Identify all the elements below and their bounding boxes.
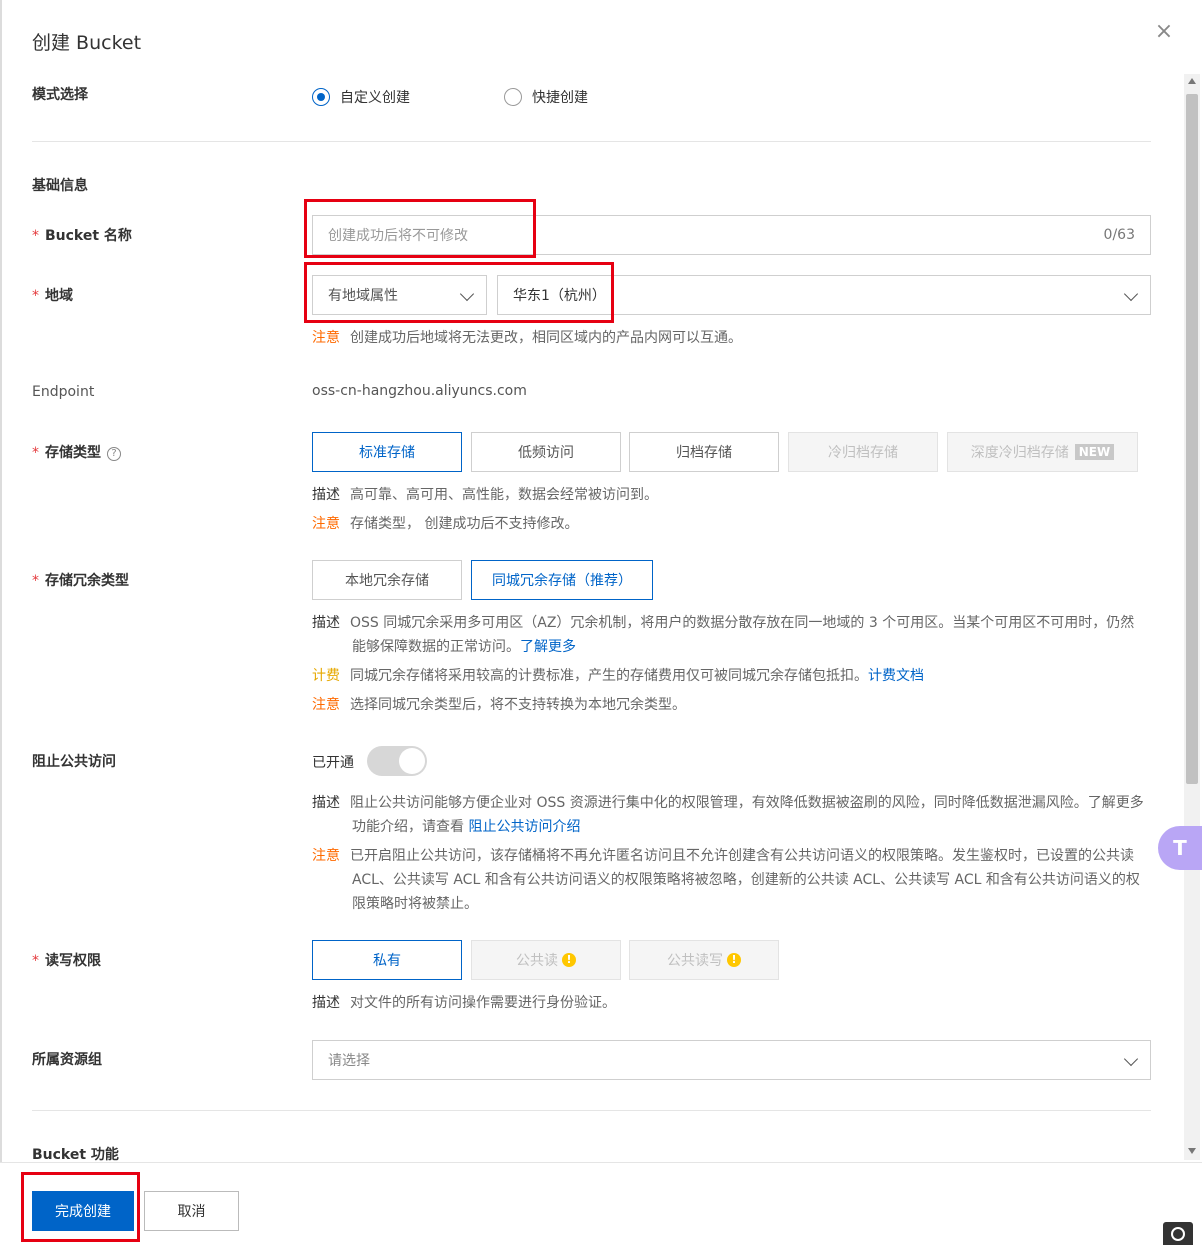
block-public-intro-link[interactable]: 阻止公共访问介绍 [468,819,580,835]
radio-custom-create[interactable]: 自定义创建 [312,87,410,107]
highlight-box-region [304,262,614,323]
bucket-name-label: * Bucket 名称 [32,228,132,244]
resource-group-select[interactable]: 请选择 [312,1040,1151,1080]
feedback-icon[interactable] [1163,1222,1193,1245]
bucket-name-counter: 0/63 [1103,227,1135,243]
section-title-bucket-features: Bucket 功能 [32,1147,119,1163]
highlight-box-confirm [21,1172,140,1242]
acl-desc: 描述 对文件的所有访问操作需要进行身份验证。 [312,995,616,1011]
close-icon[interactable]: × [1152,20,1176,44]
billing-doc-link[interactable]: 计费文档 [868,668,924,684]
scrollbar-thumb[interactable] [1186,94,1198,784]
cancel-button[interactable]: 取消 [144,1191,239,1231]
acl-public-read-label: 公共读 [516,953,558,969]
section-title-basic: 基础信息 [32,178,88,194]
resource-group-placeholder: 请选择 [328,1053,370,1069]
acl-public-read-write-option: 公共读写 ! [629,940,779,980]
scroll-down-icon[interactable] [1188,1148,1196,1154]
storage-ia-option[interactable]: 低频访问 [471,432,621,472]
redundancy-lrs-option[interactable]: 本地冗余存储 [312,560,462,600]
resource-group-label: 所属资源组 [32,1052,102,1068]
highlight-box-bucket-name [304,199,536,258]
assistant-float-icon[interactable]: T [1158,826,1202,870]
block-public-label: 阻止公共访问 [32,754,116,770]
block-public-toggle[interactable] [367,746,427,776]
redundancy-desc: 描述 OSS 同城冗余采用多可用区（AZ）冗余机制，将用户的数据分散存放在同一地域… [312,615,1135,655]
scroll-up-icon[interactable] [1188,78,1196,84]
storage-deep-cold-label: 深度冷归档存储 [970,445,1069,461]
storage-standard-option[interactable]: 标准存储 [312,432,462,472]
warning-icon: ! [727,953,741,967]
storage-class-label: * 存储类型? [32,442,121,462]
block-public-desc: 描述 阻止公共访问能够方便企业对 OSS 资源进行集中化的权限管理，有效降低数据被… [312,795,1144,835]
new-badge: NEW [1074,444,1115,460]
dialog-left-edge [0,0,2,1245]
dialog-title: 创建 Bucket [32,32,142,54]
radio-custom-create-label: 自定义创建 [340,90,410,106]
endpoint-value: oss-cn-hangzhou.aliyuncs.com [312,383,527,399]
radio-checked-icon [312,88,330,106]
storage-deep-cold-archive-option: 深度冷归档存储 NEW [947,432,1138,472]
divider [32,141,1151,142]
mode-label: 模式选择 [32,87,88,103]
radio-unchecked-icon [504,88,522,106]
acl-public-read-write-label: 公共读写 [667,953,723,969]
block-public-note: 注意 已开启阻止公共访问，该存储桶将不再允许匿名访问且不允许创建含有公共访问语义的… [312,848,1140,912]
acl-public-read-option: 公共读 ! [471,940,621,980]
region-label: * 地域 [32,288,73,304]
scrollbar[interactable] [1184,74,1200,1160]
storage-archive-option[interactable]: 归档存储 [629,432,779,472]
acl-label: * 读写权限 [32,953,101,969]
storage-class-desc: 描述 高可靠、高可用、高性能，数据会经常被访问到。 [312,487,658,503]
redundancy-zrs-option[interactable]: 同城冗余存储（推荐） [471,560,653,600]
region-note: 注意 创建成功后地域将无法更改，相同区域内的产品内网可以互通。 [312,330,742,346]
divider [32,1110,1151,1111]
endpoint-label: Endpoint [32,384,95,400]
acl-private-option[interactable]: 私有 [312,940,462,980]
block-public-status: 已开通 [312,755,354,771]
warning-icon: ! [562,953,576,967]
redundancy-label: * 存储冗余类型 [32,573,129,589]
chevron-down-icon [1123,286,1139,302]
redundancy-note: 注意 选择同城冗余类型后，将不支持转换为本地冗余类型。 [312,697,686,713]
chevron-down-icon [1123,1051,1139,1067]
redundancy-fee: 计费 同城冗余存储将采用较高的计费标准，产生的存储费用仅可被同城冗余存储包抵扣。计… [312,668,924,684]
storage-cold-archive-option: 冷归档存储 [788,432,938,472]
toggle-knob [399,748,425,774]
radio-quick-create[interactable]: 快捷创建 [504,87,588,107]
storage-class-note: 注意 存储类型， 创建成功后不支持修改。 [312,516,579,532]
radio-quick-create-label: 快捷创建 [532,90,588,106]
help-icon[interactable]: ? [107,447,121,461]
learn-more-link[interactable]: 了解更多 [520,639,576,655]
